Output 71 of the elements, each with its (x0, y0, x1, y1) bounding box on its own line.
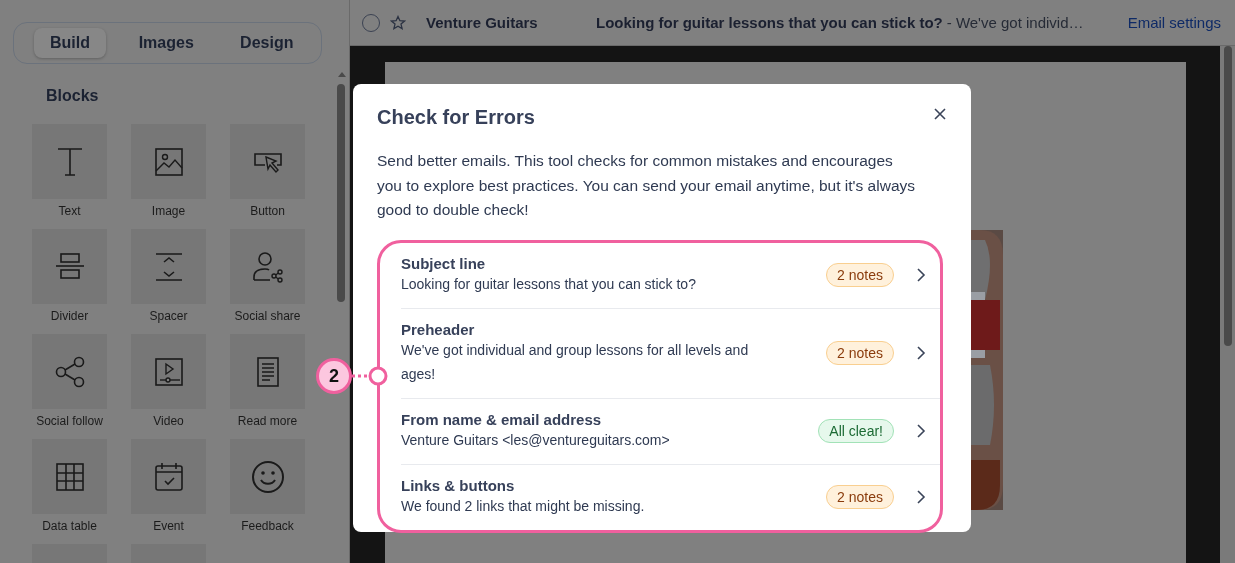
block-label: Feedback (241, 519, 294, 533)
block-tile[interactable] (131, 229, 206, 304)
block-label: Divider (50, 309, 89, 323)
block-label: Data table (42, 519, 97, 533)
subject-line: Looking for guitar lessons that you can stick to? (596, 14, 943, 31)
block-tile[interactable] (131, 439, 206, 514)
block-label: Image (151, 204, 186, 218)
email-settings-link[interactable]: Email settings (1127, 14, 1221, 31)
text-icon (56, 147, 83, 176)
block-label: Event (153, 519, 184, 533)
block-tile[interactable] (32, 124, 107, 199)
status-badge: All clear! (818, 419, 894, 443)
document-icon (256, 356, 279, 387)
table-icon (55, 462, 84, 491)
chevron-right-icon (916, 424, 926, 438)
status-badge: 2 notes (826, 341, 894, 365)
check-detail: We found 2 links that might be missing. (401, 496, 646, 516)
smiley-icon (251, 460, 284, 493)
status-badge: 2 notes (826, 485, 894, 509)
sidebar-tab[interactable]: Images (118, 28, 215, 58)
chevron-right-icon (916, 490, 926, 504)
check-title: Links & buttons (401, 476, 516, 494)
check-title: Preheader (401, 320, 476, 338)
check-row[interactable]: Preheader We've got individual and group lessons for all levels and ages! 2 notes (401, 308, 940, 399)
check-detail: We've got individual and group lessons for all levels and ages! (401, 340, 750, 384)
image-icon (154, 147, 183, 176)
chevron-right-icon (916, 268, 926, 282)
check-row[interactable]: Links & buttons We found 2 links that might be missing. 2 notes (401, 464, 940, 530)
block-label: Social share (234, 309, 301, 323)
sidebar-tab[interactable]: Design (218, 28, 315, 58)
block-tile[interactable] (32, 439, 107, 514)
check-detail: Looking for guitar lessons that you can stick to? (401, 274, 697, 294)
block-label: Read more (237, 414, 298, 428)
check-title: Subject line (401, 254, 487, 272)
divider-icon (54, 252, 85, 279)
scroll-up-icon[interactable] (337, 70, 347, 78)
block-tile[interactable] (230, 229, 305, 304)
scrollbar-thumb[interactable] (337, 84, 345, 302)
person-share-icon (252, 251, 283, 283)
block-tile[interactable] (230, 439, 305, 514)
block-tile[interactable] (131, 334, 206, 409)
preheader-text: - We've got individ… (946, 14, 1084, 31)
video-icon (154, 357, 183, 386)
block-tile[interactable] (32, 229, 107, 304)
callout-number: 2 (316, 358, 352, 394)
sidebar-tab[interactable]: Build (34, 28, 106, 58)
check-row[interactable]: From name & email address Venture Guitars <les@ventureguitars.com> All clear! (401, 398, 940, 465)
block-label: Social follow (36, 414, 103, 428)
dialog-title: Check for Errors (377, 106, 535, 129)
star-icon[interactable] (390, 14, 406, 31)
block-tile[interactable] (131, 124, 206, 199)
block-label: Button (250, 204, 285, 218)
share-icon (55, 356, 84, 387)
block-label: Spacer (149, 309, 188, 323)
block-label: Video (153, 414, 184, 428)
block-tile[interactable] (230, 334, 305, 409)
check-row[interactable]: Subject line Looking for guitar lessons that you can stick to? 2 notes (401, 242, 940, 309)
chevron-right-icon (916, 346, 926, 360)
calendar-icon (154, 461, 183, 491)
intro-text: Send better emails. This tool checks for common mistakes and encourages you to explore best practices. You can send your email anytime, but it's always good to double check! (377, 151, 916, 220)
section-heading: Blocks (46, 87, 100, 105)
block-label: Text (58, 204, 81, 218)
check-title: From name & email address (401, 410, 603, 428)
spacer-icon (154, 252, 183, 281)
block-tile[interactable] (32, 334, 107, 409)
cursor-icon (253, 152, 282, 173)
check-detail: Venture Guitars <les@ventureguitars.com> (401, 430, 671, 450)
block-tile[interactable] (230, 124, 305, 199)
status-badge: 2 notes (826, 263, 894, 287)
scrollbar-thumb[interactable] (1223, 46, 1232, 346)
sender-name: Venture Guitars (426, 14, 539, 31)
